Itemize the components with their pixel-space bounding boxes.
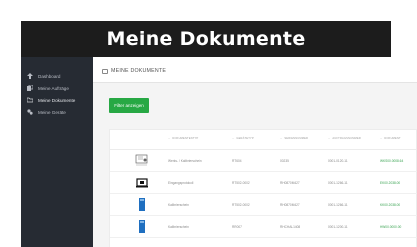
cell-document-type: Kalibrierschein [168, 203, 189, 207]
sidebar-item-devices[interactable]: Meine Geräte [27, 109, 66, 115]
cell-document-link[interactable]: KK00.2038.00 [380, 203, 400, 207]
cell-order-number: 0001-1200-11 [328, 225, 348, 229]
sidebar-item-documents[interactable]: Meine Dokumente [27, 97, 75, 103]
table-header: ⌄ DOKUMENTENTYP ⌄ GERÄTETYP ⌄ SERIENNUMMER … [110, 130, 417, 150]
app-window: Dashboard Meine Aufträge Meine Dokumente… [21, 57, 417, 247]
device-photo-thumbnail-icon [136, 178, 148, 188]
cell-order-number: 0001-0120-11 [328, 159, 348, 163]
cell-device-type: RT502-0002 [232, 181, 250, 185]
main-content: MEINE DOKUMENTE Filter anzeigen ⌄ DOKUMEN… [93, 57, 417, 247]
cell-device-type: RT604 [232, 159, 242, 163]
sidebar-item-label: Meine Geräte [38, 109, 66, 115]
cell-document-link[interactable]: WKS00.0008.64 [380, 159, 403, 163]
filter-button[interactable]: Filter anzeigen [109, 98, 149, 113]
cell-order-number: 0001-1266-11 [328, 181, 348, 185]
banner-bar: Meine Dokumente [21, 21, 391, 57]
sidebar: Dashboard Meine Aufträge Meine Dokumente… [21, 57, 93, 247]
cell-document-type: Kalibrierschein [168, 225, 189, 229]
table-row[interactable]: Kalibrierschein RR007 RHCHAL1408 0001-12… [110, 216, 417, 238]
sidebar-item-label: Dashboard [38, 73, 61, 79]
sidebar-item-orders[interactable]: Meine Aufträge [27, 85, 69, 91]
banner: Meine Dokumente [0, 0, 417, 57]
top-bar: MEINE DOKUMENTE [93, 57, 417, 83]
table-row[interactable]: Werks- / Kalibrierschein RT604 00235 000… [110, 150, 417, 172]
cell-order-number: 0001-1266-11 [328, 203, 348, 207]
column-header-order-number[interactable]: ⌄ AUFTRAGSNUMMER [328, 137, 361, 140]
dashboard-icon [27, 73, 33, 79]
documents-icon [27, 97, 33, 103]
cell-serial-number: 00235 [280, 159, 289, 163]
cell-document-type: Eingangsprotokoll [168, 181, 194, 185]
page-title: MEINE DOKUMENTE [102, 68, 166, 74]
table-row[interactable]: Kalibrierschein RT502-0002 RH0870M427 00… [110, 194, 417, 216]
cell-device-type: RR007 [232, 225, 242, 229]
documents-table: ⌄ DOKUMENTENTYP ⌄ GERÄTETYP ⌄ SERIENNUMMER … [109, 129, 417, 247]
devices-icon [27, 109, 33, 115]
cell-document-link[interactable]: HW00.0000.00 [380, 225, 401, 229]
sidebar-item-dashboard[interactable]: Dashboard [27, 73, 60, 79]
cell-serial-number: RHCHAL1408 [280, 225, 301, 229]
certificate-thumbnail-icon [135, 154, 148, 166]
column-header-serial-number[interactable]: ⌄ SERIENNUMMER [280, 137, 308, 140]
column-header-document[interactable]: ⌄ DOKUMENT [380, 137, 401, 140]
column-header-device-type[interactable]: ⌄ GERÄTETYP [232, 137, 254, 140]
cell-serial-number: RH0870M427 [280, 203, 300, 207]
table-row[interactable]: Eingangsprotokoll RT502-0002 RH0870M427 … [110, 172, 417, 194]
orders-icon [27, 85, 33, 91]
column-header-document-type[interactable]: ⌄ DOKUMENTENTYP [168, 137, 198, 140]
page-title-text: MEINE DOKUMENTE [111, 68, 167, 74]
cell-device-type: RT502-0002 [232, 203, 250, 207]
sidebar-item-label: Meine Dokumente [38, 97, 76, 103]
folder-icon [102, 68, 108, 74]
banner-title: Meine Dokumente [106, 28, 306, 50]
sidebar-item-label: Meine Aufträge [38, 85, 69, 91]
cell-serial-number: RH0870M427 [280, 181, 300, 185]
cell-document-type: Werks- / Kalibrierschein [168, 159, 202, 163]
document-thumbnail-icon [139, 198, 145, 211]
document-thumbnail-icon [139, 220, 145, 233]
cell-document-link[interactable]: EK00.2038.00 [380, 181, 400, 185]
